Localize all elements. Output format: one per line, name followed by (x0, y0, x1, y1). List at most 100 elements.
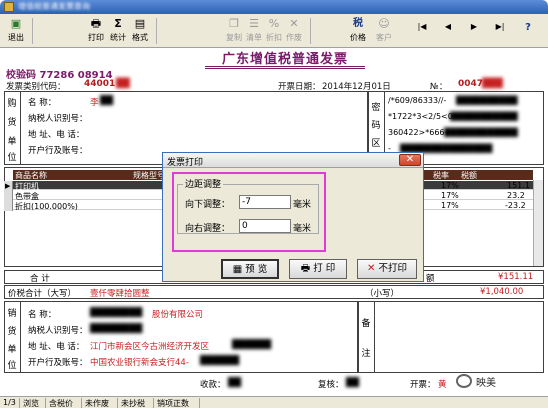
price-button[interactable]: 税 价格 (344, 16, 372, 46)
payee-label: 收款： (200, 380, 226, 390)
seller-name-hidden: ████████ (90, 308, 143, 318)
grand-small-label: （小写） (365, 289, 400, 299)
header-tax-rate: 税率 (433, 171, 449, 180)
no-print-button[interactable]: ✕ 不打印 (357, 259, 417, 279)
print-icon: 🖶 (90, 17, 102, 30)
row-tax: 23.2 (507, 191, 525, 200)
printer-icon: 🖶 (300, 263, 311, 274)
header-tax: 税额 (461, 171, 477, 180)
grand-total-label: 价税合计（大写） (8, 289, 77, 299)
close-icon: ✕ (405, 154, 415, 165)
cipher-line: 360422>*666+ (388, 128, 452, 137)
grand-total-amount: ¥1,040.00 (480, 287, 524, 297)
seller-divider (20, 301, 21, 373)
row-tax: 151.1 (507, 181, 530, 190)
last-record-button[interactable]: ▶| (488, 22, 512, 38)
grand-total-row (4, 285, 544, 299)
issuer-label: 开票： (410, 380, 436, 390)
customer-icon: ☺ (378, 17, 390, 30)
seller-tax-id-hidden: ████████ (90, 324, 143, 334)
cipher-line: *1722*3<2/5<0 (388, 112, 453, 121)
seller-tax-id-label: 纳税人识别号： (28, 326, 88, 336)
preview-button[interactable]: ▦ 预 览 (221, 259, 279, 279)
total-amount-fragment: 额 (426, 274, 435, 284)
next-record-button[interactable]: ▶ (462, 22, 486, 38)
format-icon: ▤ (134, 17, 146, 30)
cipher-side-label: 码 (371, 121, 381, 131)
next-icon: ▶ (470, 22, 478, 31)
type-code-value: 44001 (84, 79, 116, 89)
cross-icon: ✕ (367, 263, 376, 274)
statistics-button[interactable]: Σ 统计 (106, 16, 130, 46)
header-item-name: 商品名称 (15, 171, 47, 180)
row-tax-rate: 17% (441, 191, 459, 200)
copy-icon: ❐ (229, 17, 239, 30)
row-tax-rate: 17% (441, 181, 459, 190)
current-row-icon: ▶ (5, 182, 11, 190)
discount-icon: % (268, 17, 280, 30)
last-icon: ▶| (495, 22, 505, 31)
buyer-side-label: 购 (7, 99, 17, 109)
remark-label: 备 (361, 319, 371, 329)
buyer-name-hidden: ██ (100, 96, 114, 106)
seller-side-label: 货 (7, 327, 17, 337)
previous-icon: ◀ (444, 22, 452, 31)
seller-side-label: 单 (7, 345, 17, 355)
status-copy-tax: 未抄税 (118, 398, 154, 408)
buyer-tax-id-label: 纳税人识别号： (28, 114, 88, 124)
void-button[interactable]: ✕ 作废 (282, 16, 306, 46)
seller-side-label: 销 (7, 309, 17, 319)
previous-record-button[interactable]: ◀ (436, 22, 460, 38)
total-tax: ¥151.11 (498, 272, 534, 282)
exit-icon: ▣ (10, 17, 22, 30)
dialog-title-bar: 发票打印 ✕ (163, 153, 423, 168)
cipher-line-hidden: ██████████ (456, 96, 518, 105)
grand-total-words: 壹仟零肆拾圆整 (90, 289, 150, 299)
dialog-close-button[interactable]: ✕ (399, 154, 421, 166)
payee-hidden: ██ (228, 378, 242, 388)
toolbar-separator (310, 18, 311, 44)
cipher-line-hidden: ███████████ (450, 112, 518, 121)
exit-button[interactable]: ▣ 退出 (4, 16, 28, 46)
cipher-line: /*609/86333//- (388, 96, 447, 105)
row-item-name: 折扣(100.000%) (15, 202, 78, 211)
cipher-line-hidden: ████████████ (444, 128, 518, 137)
seller-bank-value: 中国农业银行新会支行44- (90, 358, 189, 368)
dialog-title: 发票打印 (167, 158, 204, 168)
list-icon: ☰ (249, 17, 259, 30)
print-button[interactable]: 🖶 打 印 (289, 259, 347, 279)
void-icon: ✕ (289, 17, 299, 30)
number-value: 0047 (458, 79, 484, 89)
row-tax: -23.2 (505, 201, 526, 210)
buyer-name-value: 李 (90, 98, 99, 108)
print-button[interactable]: 🖶 打印 (84, 16, 108, 46)
status-bar: 1/3 浏览 含税价 未作废 未抄税 销项正数 (0, 396, 548, 408)
reviewer-label: 复核： (318, 380, 344, 390)
header-spec: 规格型号 (133, 171, 165, 180)
cipher-side-label: 区 (371, 139, 381, 149)
seller-side-label: 位 (7, 361, 17, 371)
status-price-type: 含税价 (46, 398, 82, 408)
number-hidden: ███ (482, 79, 503, 89)
toolbar: ▣ 退出 🖶 打印 Σ 统计 ▤ 格式 ❐ 复制 ☰ 清单 % 折扣 ✕ 作废 … (0, 14, 548, 48)
toolbar-separator (156, 18, 157, 44)
seller-bank-hidden: ██████ (200, 356, 240, 366)
seller-name-value: 股份有限公司 (152, 310, 204, 320)
buyer-side-label: 货 (7, 118, 17, 128)
watermark-text: 映美 (476, 378, 496, 389)
invoice-title: 广东增值税普通发票 (221, 52, 348, 67)
help-button[interactable]: ? (516, 22, 540, 38)
app-icon (4, 2, 14, 12)
items-scrollbar[interactable] (533, 180, 543, 266)
first-record-button[interactable]: |◀ (410, 22, 434, 38)
customer-button[interactable]: ☺ 客户 (372, 16, 396, 46)
remark-box (358, 301, 544, 373)
toolbar-separator (32, 18, 33, 44)
preview-icon: ▦ (232, 264, 243, 275)
status-void: 未作废 (82, 398, 118, 408)
type-code-hidden: ██ (116, 79, 130, 89)
format-button[interactable]: ▤ 格式 (128, 16, 152, 46)
status-mode: 浏览 (20, 398, 46, 408)
highlight-box (172, 172, 326, 252)
watermark-logo-icon (456, 374, 472, 388)
